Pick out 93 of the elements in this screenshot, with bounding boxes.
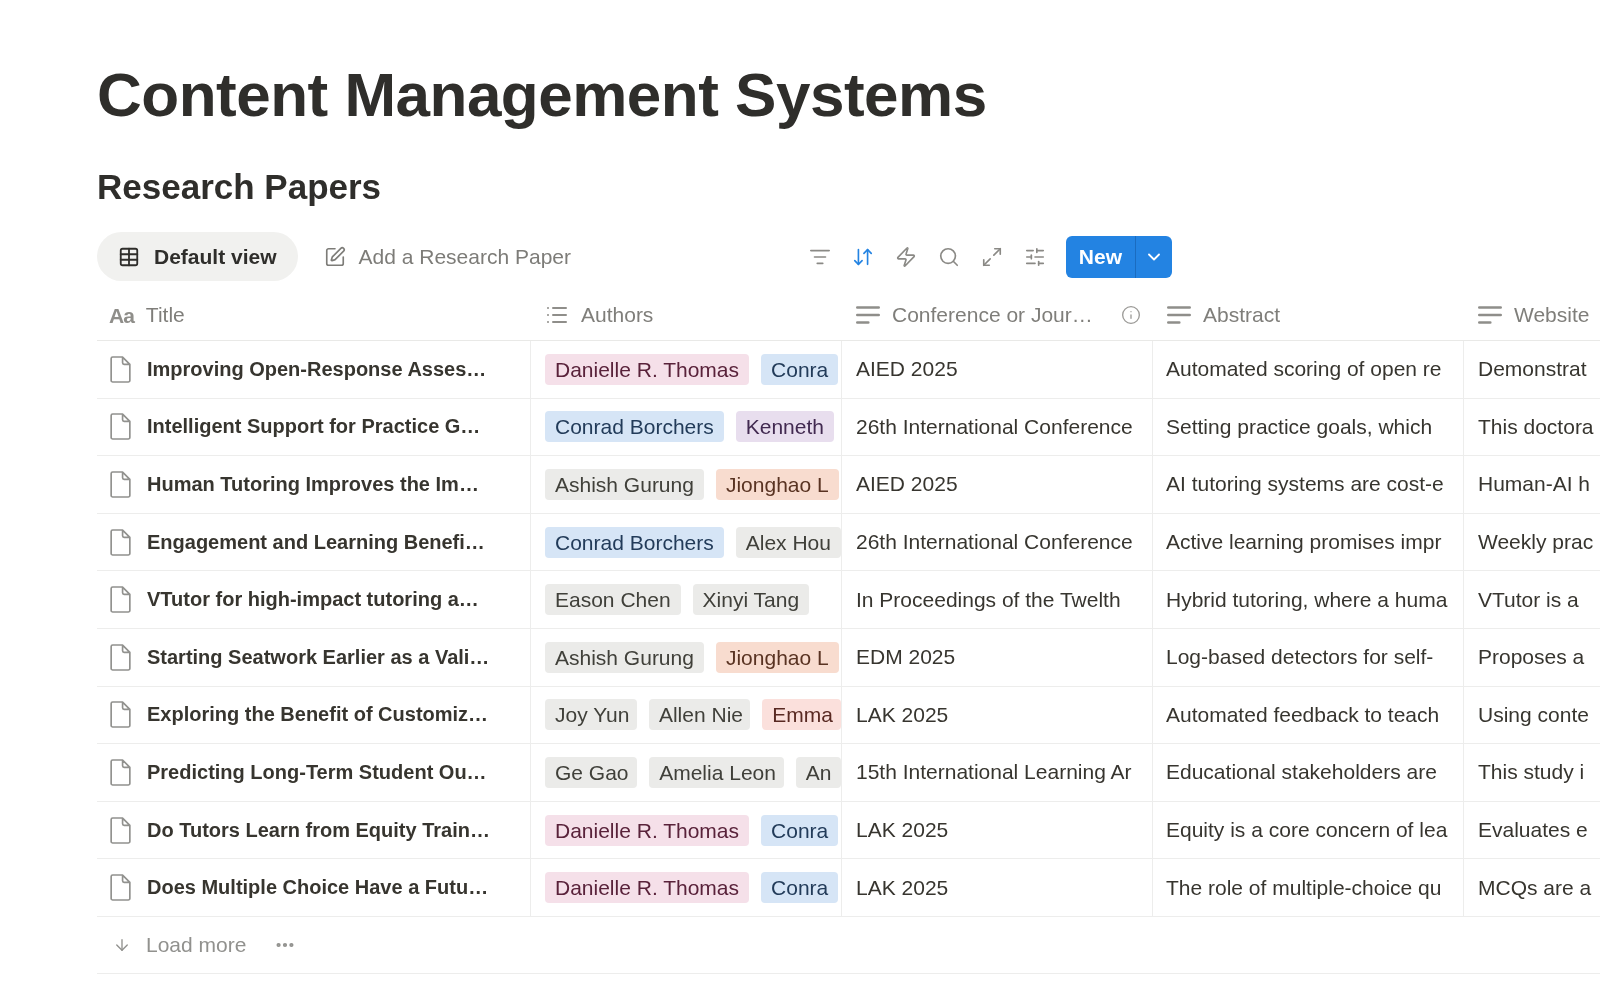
document-icon — [110, 643, 131, 671]
row-title[interactable]: Predicting Long-Term Student Ou… — [147, 760, 487, 784]
author-tag: Danielle R. Thomas — [545, 814, 750, 846]
text-lines-icon — [1478, 306, 1502, 324]
table-cell: 15th International Learning Ar — [842, 744, 1153, 801]
table-cell: LAK 2025 — [842, 686, 1153, 744]
table-cell-text: VTutor is a — [1477, 586, 1580, 613]
row-title[interactable]: Does Multiple Choice Have a Futu… — [147, 876, 489, 900]
author-tag: Danielle R. Thomas — [545, 872, 750, 904]
row-title[interactable]: Do Tutors Learn from Equity Train… — [147, 818, 490, 842]
document-icon — [110, 816, 131, 844]
author-tag: Conra — [761, 353, 839, 385]
pen-square-icon — [323, 245, 346, 268]
author-tag: Ashish Gurung — [545, 469, 704, 500]
text-type-glyph: Aa — [109, 304, 134, 326]
author-tag: Kenneth — [735, 411, 834, 443]
table-cell-text: Demonstrat — [1477, 356, 1588, 383]
author-tag: Amelia Leon — [649, 756, 784, 788]
table-cell-text: Weekly prac — [1477, 529, 1595, 556]
author-tag: Joy Yun — [545, 699, 637, 731]
author-tag: Conrad Borchers — [545, 526, 724, 558]
text-lines-icon — [1167, 306, 1191, 324]
author-tag: Ashish Gurung — [545, 641, 704, 673]
table-cell: LAK 2025 — [842, 801, 1153, 859]
author-tag: Conrad Borchers — [545, 411, 724, 443]
author-tag: Jionghao L — [715, 641, 839, 673]
table-cell: LAK 2025 — [842, 859, 1153, 916]
table-cell-text: Using conte — [1477, 701, 1590, 728]
row-title[interactable]: VTutor for high-impact tutoring a… — [147, 588, 479, 612]
table-cell: 26th International Conference — [842, 513, 1153, 571]
table-cell: EDM 2025 — [842, 628, 1153, 686]
table-icon — [118, 245, 140, 268]
author-tag: Eason Chen — [545, 584, 681, 616]
table-cell: The role of multiple-choice qu — [1153, 859, 1464, 916]
author-tag: An — [795, 756, 841, 788]
row-title[interactable]: Exploring the Benefit of Customiz… — [147, 703, 489, 727]
database-title: Research Papers — [97, 166, 382, 208]
new-dropdown-button[interactable] — [1135, 235, 1172, 278]
author-tag: Jionghao L — [715, 469, 839, 500]
document-icon — [110, 758, 131, 786]
author-tag: Emma — [762, 699, 841, 731]
table-cell: Automated feedback to teach — [1153, 686, 1464, 744]
column-header[interactable]: Abstract — [1153, 290, 1464, 340]
document-icon — [110, 355, 131, 383]
table-cell: Equity is a core concern of lea — [1153, 801, 1464, 859]
document-icon — [110, 528, 131, 556]
table-cell: Educational stakeholders are — [1153, 744, 1464, 801]
view-tab[interactable]: Default view — [97, 232, 298, 281]
table-cell: Setting practice goals, which — [1153, 398, 1464, 456]
row-title[interactable]: Intelligent Support for Practice G… — [147, 415, 481, 439]
add-page-button[interactable]: Add a Research Paper — [323, 244, 571, 269]
table-cell: Log-based detectors for self- — [1153, 628, 1464, 686]
table-cell: AIED 2025 — [842, 341, 1153, 398]
column-header[interactable]: Conference or Jour… — [842, 290, 1153, 340]
table-cell-text: MCQs are a — [1477, 874, 1593, 901]
new-button[interactable]: New — [1065, 235, 1135, 278]
lightning-icon[interactable] — [894, 245, 917, 268]
table-cell: AIED 2025 — [842, 456, 1153, 513]
table-cell-text: This doctora — [1477, 413, 1595, 440]
author-tag: Conra — [761, 872, 839, 904]
table-cell: AI tutoring systems are cost-e — [1153, 456, 1464, 513]
row-title[interactable]: Engagement and Learning Benefi… — [147, 530, 485, 554]
table-cell: Hybrid tutoring, where a huma — [1153, 571, 1464, 628]
author-tag: Conra — [761, 814, 839, 846]
row-title[interactable]: Improving Open-Response Asses… — [147, 357, 487, 381]
author-tag: Danielle R. Thomas — [545, 353, 750, 385]
document-icon — [110, 701, 131, 729]
author-tag: Allen Nie — [648, 699, 751, 731]
author-tag: Alex Hou — [735, 526, 841, 558]
document-icon — [110, 874, 131, 902]
author-tag: Xinyi Tang — [692, 584, 810, 616]
column-header[interactable]: Website — [1464, 290, 1600, 340]
document-icon — [110, 586, 131, 614]
document-icon — [110, 413, 131, 441]
author-tag: Ge Gao — [545, 756, 638, 788]
search-icon[interactable] — [937, 245, 960, 268]
table-cell-text: This study i — [1477, 759, 1586, 786]
table-cell: Automated scoring of open re — [1153, 341, 1464, 398]
row-title[interactable]: Starting Seatwork Earlier as a Vali… — [147, 645, 490, 669]
row-title[interactable]: Human Tutoring Improves the Im… — [147, 473, 479, 496]
table-cell: Active learning promises impr — [1153, 513, 1464, 571]
document-icon — [110, 471, 131, 498]
text-lines-icon — [856, 306, 880, 324]
table-cell-text: Evaluates e — [1477, 817, 1589, 844]
table-cell: In Proceedings of the Twelth — [842, 571, 1153, 628]
sliders-icon[interactable] — [1023, 245, 1046, 268]
page-title: Content Management Systems — [97, 59, 987, 131]
table-cell-text: Proposes a — [1477, 644, 1586, 671]
table-cell: 26th International Conference — [842, 398, 1153, 456]
column-header[interactable]: Authors — [531, 290, 842, 340]
expand-icon[interactable] — [980, 245, 1003, 268]
column-header[interactable]: Aa Title — [97, 290, 531, 340]
table-cell-text: Human-AI h — [1477, 471, 1592, 498]
